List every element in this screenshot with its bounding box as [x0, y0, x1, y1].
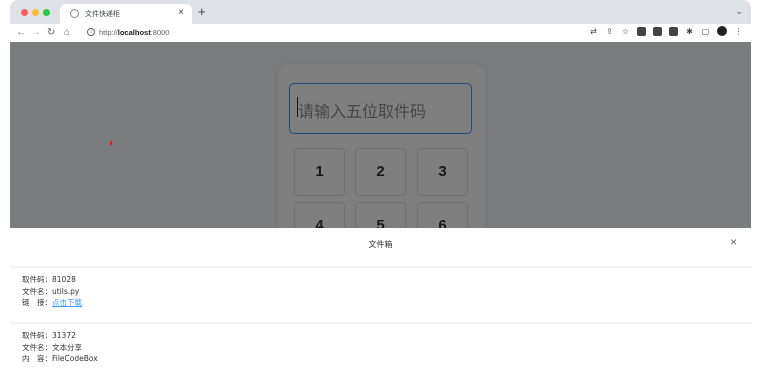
- extension-icon[interactable]: [637, 26, 646, 36]
- extension-icon[interactable]: [669, 26, 678, 36]
- translate-icon[interactable]: ⇄: [589, 27, 598, 36]
- file-link-label: 链 接：: [22, 298, 52, 307]
- url-host: localhost: [117, 28, 151, 37]
- puzzle-icon[interactable]: ✱: [685, 27, 694, 36]
- modal-overlay[interactable]: [10, 42, 751, 228]
- back-icon[interactable]: ←: [16, 26, 26, 39]
- tab-close-button[interactable]: ×: [178, 7, 184, 19]
- bookmark-star-icon[interactable]: ☆: [621, 27, 630, 36]
- file-box-drawer: 文件箱 × 取件码：81028 文件名：utils.py 链 接：点击下载 取件…: [10, 228, 751, 384]
- file-item: 取件码：81028 文件名：utils.py 链 接：点击下载: [10, 268, 751, 322]
- minimize-window-button[interactable]: [32, 9, 39, 16]
- download-link[interactable]: 点击下载: [52, 298, 82, 307]
- file-code-row: 取件码：31372: [22, 330, 751, 342]
- file-content-row: 内 容：FileCodeBox: [22, 353, 751, 365]
- file-content-label: 内 容：: [22, 354, 52, 363]
- file-code-label: 取件码：: [22, 331, 52, 340]
- extension-icon[interactable]: [653, 26, 662, 36]
- file-name-row: 文件名：文本分享: [22, 342, 751, 354]
- file-item: 取件码：31372 文件名：文本分享 内 容：FileCodeBox: [10, 324, 751, 384]
- url-port: :8000: [150, 28, 170, 37]
- file-link-row: 链 接：点击下载: [22, 297, 751, 309]
- address-bar[interactable]: http://localhost:8000: [99, 28, 169, 37]
- cursor-marker: [110, 141, 112, 145]
- file-name-value: 文本分享: [52, 342, 82, 352]
- file-code-value: 31372: [52, 331, 76, 340]
- browser-toolbar: ← → ↻ ⌂ i http://localhost:8000 ⇄ ⇪ ☆ ✱ …: [10, 24, 751, 42]
- globe-icon: [70, 9, 79, 18]
- file-name-label: 文件名：: [22, 342, 52, 352]
- more-menu-icon[interactable]: ⋮: [734, 27, 743, 36]
- file-code-label: 取件码：: [22, 275, 52, 284]
- tab-title: 文件快递柜: [85, 10, 120, 18]
- close-icon[interactable]: ×: [730, 235, 737, 249]
- avatar[interactable]: [717, 26, 727, 36]
- file-code-value: 81028: [52, 275, 76, 284]
- drawer-title: 文件箱: [368, 240, 393, 249]
- tab-strip: 文件快递柜 × + ⌄: [10, 0, 751, 24]
- side-panel-icon[interactable]: ▢: [701, 27, 710, 36]
- file-list: 取件码：81028 文件名：utils.py 链 接：点击下载 取件码：3137…: [10, 266, 751, 384]
- url-scheme: http://: [99, 28, 118, 37]
- new-tab-button[interactable]: +: [198, 5, 206, 19]
- browser-tab[interactable]: 文件快递柜 ×: [60, 4, 192, 24]
- tab-search-button[interactable]: ⌄: [735, 6, 743, 17]
- file-name-row: 文件名：utils.py: [22, 286, 751, 298]
- home-icon[interactable]: ⌂: [64, 26, 70, 39]
- maximize-window-button[interactable]: [43, 9, 50, 16]
- toolbar-icons: ⇄ ⇪ ☆ ✱ ▢ ⋮: [589, 26, 743, 36]
- share-icon[interactable]: ⇪: [605, 27, 614, 36]
- browser-window: 文件快递柜 × + ⌄ ← → ↻ ⌂ i http://localhost:8…: [10, 0, 751, 42]
- forward-icon[interactable]: →: [31, 26, 41, 39]
- file-name-label: 文件名：: [22, 286, 52, 296]
- file-content-value: FileCodeBox: [52, 354, 98, 363]
- file-code-row: 取件码：81028: [22, 274, 751, 286]
- file-name-value: utils.py: [52, 286, 80, 296]
- info-icon[interactable]: i: [87, 28, 95, 36]
- close-window-button[interactable]: [21, 9, 28, 16]
- reload-icon[interactable]: ↻: [47, 26, 55, 39]
